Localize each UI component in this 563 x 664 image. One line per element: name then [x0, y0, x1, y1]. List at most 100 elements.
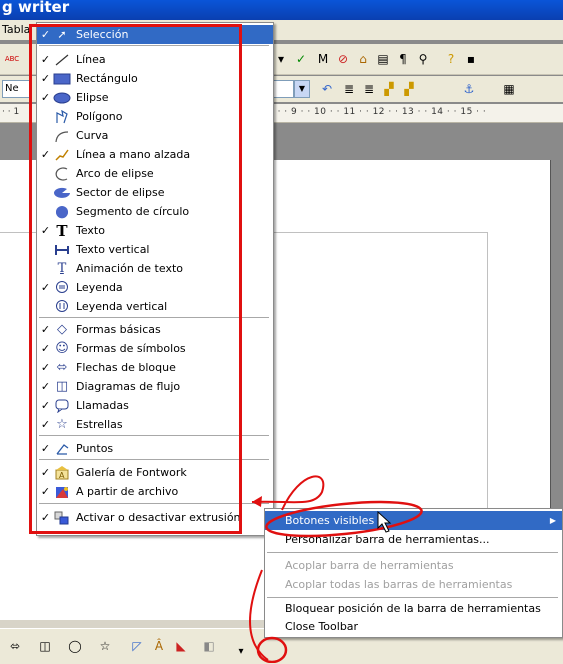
menu-item-sector-elipse[interactable]: Sector de elipse	[37, 183, 273, 202]
basic-shapes-icon: ◇	[57, 322, 67, 337]
submenu-arrow-icon: ▶	[549, 516, 556, 525]
from-file-icon	[52, 484, 72, 500]
callout-icon	[52, 280, 72, 296]
menu-item-llamadas[interactable]: ✓ Llamadas	[37, 396, 273, 415]
menu-item-elipse[interactable]: ✓ Elipse	[37, 88, 273, 107]
bring-front-icon[interactable]: ▞	[380, 80, 398, 98]
menu-item-linea[interactable]: ✓ Línea	[37, 50, 273, 69]
context-item-label: Acoplar todas las barras de herramientas	[285, 578, 513, 591]
send-back-icon[interactable]: ▞	[400, 80, 418, 98]
extrusion-icon[interactable]: ◧	[200, 637, 218, 655]
callouts-icon[interactable]: ◯	[66, 637, 84, 655]
menu-item-label: Galería de Fontwork	[76, 466, 187, 479]
menu-item-formas-simbolos[interactable]: ✓ ☺ Formas de símbolos	[37, 339, 273, 358]
fontwork-icon[interactable]: Â	[150, 637, 168, 655]
menu-item-estrellas[interactable]: ✓ ☆ Estrellas	[37, 415, 273, 434]
frame-icon[interactable]: ▦	[500, 80, 518, 98]
menu-item-segmento-circulo[interactable]: Segmento de círculo	[37, 202, 273, 221]
gallery-icon[interactable]: ⌂	[354, 50, 372, 68]
undo-icon[interactable]: ↶	[318, 80, 336, 98]
menu-item-arco-elipse[interactable]: Arco de elipse	[37, 164, 273, 183]
draw-functions-icon[interactable]: ✓	[292, 50, 310, 68]
context-item-label: Acoplar barra de herramientas	[285, 559, 454, 572]
combo-dropdown-button[interactable]: ▼	[294, 80, 310, 98]
find-replace-icon[interactable]: M	[314, 50, 332, 68]
context-item-label: Personalizar barra de herramientas...	[285, 533, 490, 546]
menu-item-label: Animación de texto	[76, 262, 183, 275]
menu-item-seleccion[interactable]: ✓ ➚ Selección	[37, 25, 273, 44]
menu-item-texto[interactable]: ✓ T Texto	[37, 221, 273, 240]
stars-icon: ☆	[56, 417, 68, 432]
toolbar-dropdown-icon[interactable]: ▾	[272, 50, 290, 68]
menu-item-label: Selección	[76, 28, 129, 41]
menu-item-label: Texto	[76, 224, 105, 237]
text-icon: T	[56, 221, 68, 240]
menu-item-label: Texto vertical	[76, 243, 150, 256]
check-icon: ✓	[40, 342, 51, 355]
pointer-icon: ➚	[57, 28, 67, 41]
points-icon[interactable]: ◸	[128, 637, 146, 655]
check-icon: ✓	[40, 466, 51, 479]
flowchart-icon[interactable]: ◫	[36, 637, 54, 655]
from-file-icon[interactable]: ◣	[172, 637, 190, 655]
spellcheck-icon[interactable]: ABC	[3, 50, 21, 68]
check-icon: ✓	[40, 511, 51, 524]
context-item-label: Bloquear posición de la barra de herrami…	[285, 602, 541, 615]
block-arrows-icon[interactable]: ⬄	[6, 637, 24, 655]
context-item-close-toolbar[interactable]: Close Toolbar	[265, 617, 562, 636]
menu-separator	[39, 45, 269, 46]
menu-item-leyenda[interactable]: ✓ Leyenda	[37, 278, 273, 297]
menu-item-label: Arco de elipse	[76, 167, 154, 180]
visible-buttons-menu: ✓ ➚ Selección ✓ Línea ✓ Rectángulo ✓ Eli…	[36, 22, 274, 536]
anchor-icon[interactable]: ⚓	[460, 80, 478, 98]
context-item-acoplar-todas: Acoplar todas las barras de herramientas	[265, 575, 562, 594]
context-item-botones-visibles[interactable]: Botones visibles ▶	[265, 511, 562, 530]
check-icon: ✓	[40, 361, 51, 374]
toolbar-options-icon[interactable]: ▪	[462, 50, 480, 68]
menu-item-formas-basicas[interactable]: ✓ ◇ Formas básicas	[37, 320, 273, 339]
datasource-icon[interactable]: ▤	[374, 50, 392, 68]
menu-item-label: Línea	[76, 53, 106, 66]
menu-item-flechas-bloque[interactable]: ✓ ⬄ Flechas de bloque	[37, 358, 273, 377]
menu-item-tabla[interactable]: Tabla	[2, 23, 30, 36]
context-item-bloquear[interactable]: Bloquear posición de la barra de herrami…	[265, 599, 562, 618]
menu-separator	[39, 503, 269, 504]
extrusion-icon	[52, 510, 72, 526]
align-left-icon[interactable]: ≣	[340, 80, 358, 98]
text-animation-icon: Ṯ	[57, 261, 67, 276]
stars-icon[interactable]: ☆	[96, 637, 114, 655]
block-arrows-icon: ⬄	[56, 360, 68, 375]
menu-item-diagramas-flujo[interactable]: ✓ ◫ Diagramas de flujo	[37, 377, 273, 396]
toolbar-options-button[interactable]: ▾	[232, 643, 250, 661]
menu-item-label: Rectángulo	[76, 72, 138, 85]
menu-item-linea-mano-alzada[interactable]: ✓ Línea a mano alzada	[37, 145, 273, 164]
navigator-icon[interactable]: ⊘	[334, 50, 352, 68]
vertical-text-icon	[52, 242, 72, 258]
context-item-acoplar: Acoplar barra de herramientas	[265, 556, 562, 575]
menu-item-animacion-texto[interactable]: Ṯ Animación de texto	[37, 259, 273, 278]
menu-item-poligono[interactable]: Polígono	[37, 107, 273, 126]
flowchart-icon: ◫	[55, 379, 69, 394]
check-icon: ✓	[40, 91, 51, 104]
context-separator	[267, 597, 558, 598]
font-name-combo[interactable]: Ne	[2, 80, 32, 98]
menu-item-leyenda-vertical[interactable]: Leyenda vertical	[37, 297, 273, 316]
menu-item-texto-vertical[interactable]: Texto vertical	[37, 240, 273, 259]
menu-item-rectangulo[interactable]: ✓ Rectángulo	[37, 69, 273, 88]
menu-item-puntos[interactable]: ✓ Puntos	[37, 439, 273, 458]
align-center-icon[interactable]: ≣	[360, 80, 378, 98]
title-bar: g writer	[0, 0, 563, 20]
menu-item-curva[interactable]: Curva	[37, 126, 273, 145]
menu-item-a-partir-archivo[interactable]: ✓ A partir de archivo	[37, 482, 273, 501]
zoom-icon[interactable]: ⚲	[414, 50, 432, 68]
ellipse-icon	[52, 90, 72, 106]
menu-item-galeria-fontwork[interactable]: ✓ A Galería de Fontwork	[37, 463, 273, 482]
context-item-personalizar[interactable]: Personalizar barra de herramientas...	[265, 530, 562, 549]
circle-segment-icon	[52, 204, 72, 220]
menu-item-label: Sector de elipse	[76, 186, 165, 199]
nonprinting-chars-icon[interactable]: ¶	[394, 50, 412, 68]
points-icon	[52, 441, 72, 457]
check-icon: ✓	[40, 72, 51, 85]
menu-item-activar-extrusion[interactable]: ✓ Activar o desactivar extrusión	[37, 508, 273, 527]
help-icon[interactable]: ?	[442, 50, 460, 68]
